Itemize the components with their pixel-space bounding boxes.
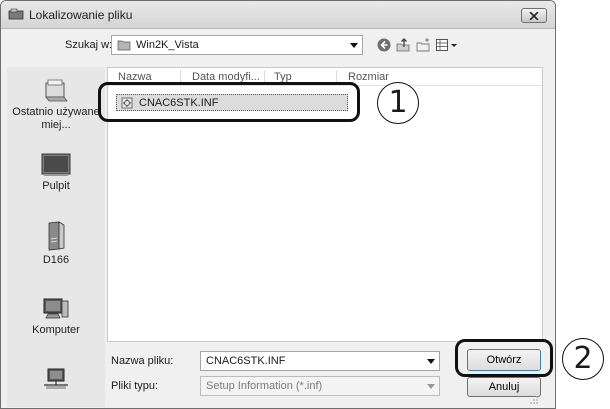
views-menu-button[interactable] xyxy=(434,36,460,54)
views-menu-icon xyxy=(436,39,457,51)
place-desktop-label: Pulpit xyxy=(42,180,70,192)
dialog-title: Lokalizowanie pliku xyxy=(29,8,133,22)
resize-grip-icon[interactable] xyxy=(529,395,539,405)
step-marker-1: 1 xyxy=(377,82,419,124)
user-folder-icon xyxy=(48,221,65,251)
cancel-button[interactable]: Anuluj xyxy=(467,377,541,397)
place-recent-label: Ostatnio używane miej... xyxy=(12,106,100,131)
up-folder-button[interactable] xyxy=(394,36,412,54)
place-computer-label: Komputer xyxy=(32,324,80,336)
chevron-down-icon[interactable] xyxy=(427,384,435,389)
back-icon xyxy=(377,38,391,52)
place-desktop[interactable]: Pulpit xyxy=(7,153,105,193)
column-header-size[interactable]: Rozmiar xyxy=(348,71,389,83)
up-folder-icon xyxy=(396,38,410,52)
callout-highlight-file xyxy=(98,82,360,122)
place-recent[interactable]: Ostatnio używane miej... xyxy=(7,77,105,132)
callout-highlight-open xyxy=(455,339,553,377)
filename-label: Nazwa pliku: xyxy=(111,355,174,367)
back-button[interactable] xyxy=(375,36,393,54)
close-icon xyxy=(529,11,539,20)
network-icon xyxy=(44,368,68,389)
filetype-value: Setup Information (*.inf) xyxy=(206,380,323,392)
filename-input[interactable]: CNAC6STK.INF xyxy=(200,351,440,371)
close-button[interactable] xyxy=(521,8,547,23)
new-folder-icon xyxy=(416,38,430,52)
folder-icon xyxy=(117,40,131,51)
place-user-label: D166 xyxy=(42,254,70,266)
places-bar: Ostatnio używane miej... Pulpit D166 Kom… xyxy=(7,67,105,407)
place-user[interactable]: D166 xyxy=(7,221,105,267)
place-computer[interactable]: Komputer xyxy=(7,297,105,337)
look-in-value: Win2K_Vista xyxy=(136,39,199,51)
filename-value: CNAC6STK.INF xyxy=(206,355,286,367)
computer-icon xyxy=(43,298,69,319)
title-bar: Lokalizowanie pliku xyxy=(1,1,555,29)
look-in-dropdown[interactable]: Win2K_Vista xyxy=(111,35,363,55)
desktop-icon xyxy=(41,153,71,176)
place-network[interactable] xyxy=(7,367,105,391)
filetype-label: Pliki typu: xyxy=(111,380,159,392)
chevron-down-icon[interactable] xyxy=(350,43,358,48)
filetype-dropdown[interactable]: Setup Information (*.inf) xyxy=(200,376,440,396)
recent-places-icon xyxy=(45,79,68,102)
dialog-app-icon xyxy=(8,8,24,20)
step-marker-2: 2 xyxy=(562,338,604,380)
new-folder-button[interactable] xyxy=(414,36,432,54)
look-in-label: Szukaj w: xyxy=(65,39,113,51)
chevron-down-icon[interactable] xyxy=(427,359,435,364)
